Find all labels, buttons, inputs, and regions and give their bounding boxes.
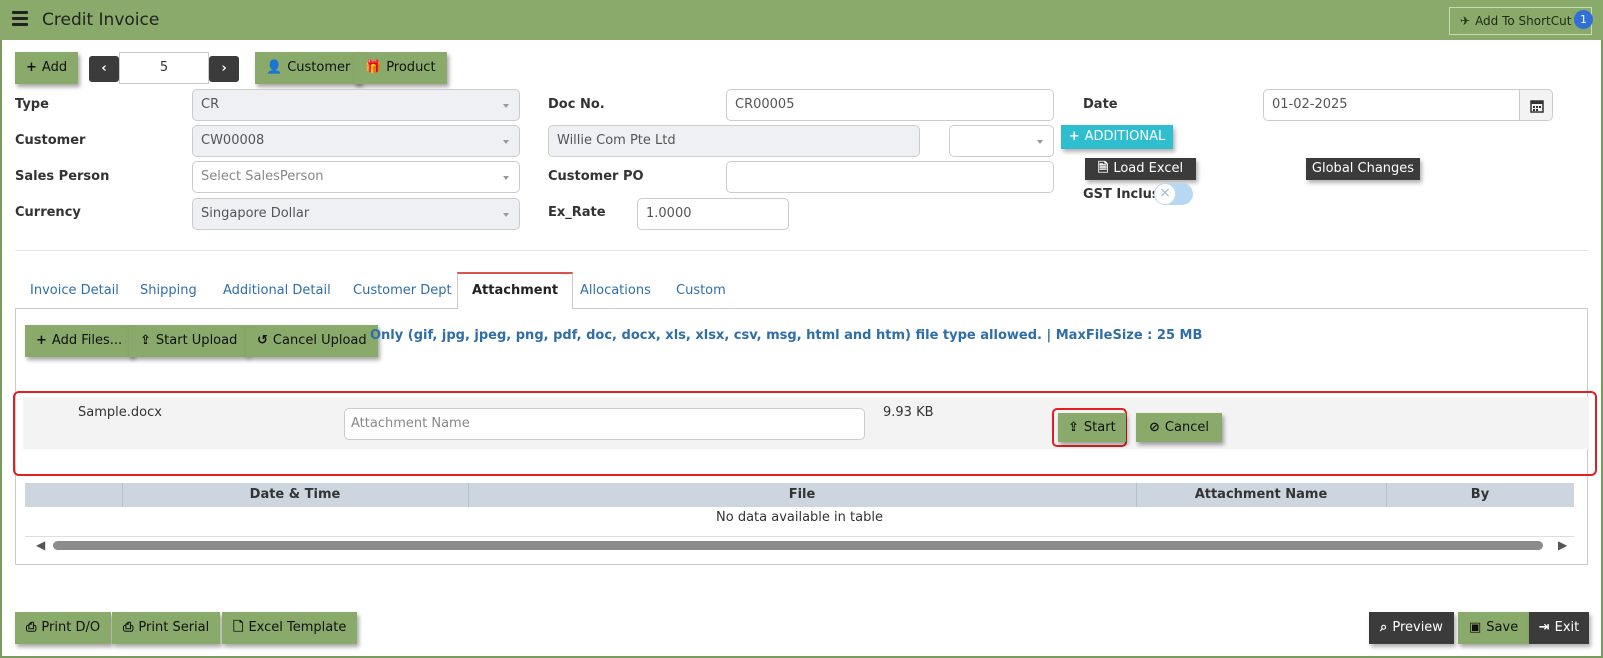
undo-icon: ↺ — [257, 333, 268, 348]
tab-allocations[interactable]: Allocations — [580, 272, 651, 309]
add-files-button[interactable]: + Add Files... — [25, 325, 134, 357]
column-header-file[interactable]: File — [468, 483, 1136, 507]
additional-button-label: ADDITIONAL — [1084, 129, 1166, 144]
record-navigator: ‹ 5 › — [89, 52, 239, 84]
customer-code-select[interactable]: CW00008 — [192, 125, 520, 157]
allowed-file-types-note: Only (gif, jpg, jpeg, png, pdf, doc, doc… — [370, 328, 1203, 343]
add-button-label: Add — [41, 60, 68, 75]
print-serial-button[interactable]: ⎙ Print Serial — [112, 612, 221, 644]
table-empty-message: No data available in table — [716, 510, 883, 525]
sales-person-label: Sales Person — [15, 169, 110, 184]
upload-icon: ⇪ — [140, 333, 151, 348]
load-excel-label: Load Excel — [1113, 161, 1184, 176]
scroll-right-icon[interactable]: ▶ — [1558, 538, 1567, 552]
file-icon: 🗋 — [233, 620, 244, 635]
pending-upload-highlight — [13, 391, 1597, 476]
print-do-label: Print D/O — [41, 620, 101, 635]
type-label: Type — [15, 97, 49, 112]
cancel-upload-button[interactable]: ↺ Cancel Upload — [246, 325, 378, 357]
product-button[interactable]: 🎁 Product — [354, 52, 447, 84]
tab-additional-detail[interactable]: Additional Detail — [223, 272, 331, 309]
excel-template-button[interactable]: 🗋 Excel Template — [222, 612, 358, 644]
scrollbar-thumb[interactable] — [53, 541, 1543, 550]
save-label: Save — [1486, 620, 1519, 635]
top-bar: Credit Invoice ✈ Add To ShortCut 1 — [0, 0, 1603, 40]
global-changes-button[interactable]: Global Changes — [1306, 158, 1420, 180]
currency-select[interactable]: Singapore Dollar — [192, 198, 520, 230]
shortcut-count-badge: 1 — [1574, 10, 1593, 29]
previous-record-chevron-left-icon[interactable]: ‹ — [89, 56, 119, 82]
column-header-date-time[interactable]: Date & Time — [122, 483, 468, 507]
date-label: Date — [1083, 97, 1118, 112]
excel-file-icon: 🗎 — [1097, 161, 1109, 176]
horizontal-scrollbar[interactable]: ◀ ▶ — [25, 536, 1574, 552]
print-icon: ⎙ — [123, 620, 134, 635]
section-divider — [15, 250, 1588, 251]
plus-icon: + — [36, 333, 47, 348]
scroll-left-icon[interactable]: ◀ — [36, 538, 45, 552]
ex-rate-label: Ex_Rate — [548, 205, 606, 220]
tab-custom[interactable]: Custom — [676, 272, 726, 309]
start-upload-label: Start Upload — [155, 333, 238, 348]
calendar-icon[interactable] — [1519, 89, 1553, 121]
next-record-chevron-right-icon[interactable]: › — [209, 56, 239, 82]
print-icon: ⎙ — [26, 620, 37, 635]
type-select[interactable]: CR — [192, 89, 520, 121]
gst-inclusive-toggle[interactable]: × — [1154, 183, 1193, 205]
save-button[interactable]: ▣ Save — [1458, 612, 1530, 644]
doc-no-input[interactable]: CR00005 — [726, 89, 1054, 121]
toggle-off-x-icon: × — [1154, 183, 1176, 205]
hamburger-menu-icon[interactable] — [12, 11, 28, 29]
customer-name-input[interactable]: Willie Com Pte Ltd — [548, 125, 920, 157]
page-title: Credit Invoice — [42, 10, 160, 30]
doc-no-label: Doc No. — [548, 97, 605, 112]
attachments-table-header: Date & Time File Attachment Name By — [25, 483, 1574, 507]
sales-person-select[interactable]: Select SalesPerson — [192, 161, 520, 193]
search-icon: ⌕ — [1380, 620, 1388, 635]
load-excel-button[interactable]: 🗎 Load Excel — [1085, 158, 1196, 180]
excel-template-label: Excel Template — [248, 620, 347, 635]
floppy-disk-icon: ▣ — [1469, 620, 1482, 635]
customer-label: Customer — [15, 133, 86, 148]
add-to-shortcut-button[interactable]: ✈ Add To ShortCut 1 — [1449, 7, 1593, 35]
gift-icon: 🎁 — [365, 60, 382, 75]
column-header-by[interactable]: By — [1386, 483, 1574, 507]
additional-button[interactable]: + ADDITIONAL — [1061, 125, 1173, 149]
print-serial-label: Print Serial — [138, 620, 210, 635]
start-upload-button[interactable]: ⇪ Start Upload — [129, 325, 249, 357]
tab-shipping[interactable]: Shipping — [140, 272, 197, 309]
plus-icon: + — [26, 60, 37, 75]
customer-button[interactable]: 👤 Customer — [255, 52, 362, 84]
exit-label: Exit — [1554, 620, 1580, 635]
customer-button-label: Customer — [287, 60, 351, 75]
column-header-attachment-name[interactable]: Attachment Name — [1136, 483, 1386, 507]
date-input[interactable]: 01-02-2025 — [1263, 89, 1521, 121]
tab-customer-dept[interactable]: Customer Dept — [353, 272, 452, 309]
plus-icon: + — [1068, 129, 1080, 144]
cancel-upload-label: Cancel Upload — [272, 333, 367, 348]
sign-out-icon: ⇥ — [1538, 620, 1550, 635]
rocket-icon: ✈ — [1460, 14, 1471, 28]
preview-button[interactable]: ⌕ Preview — [1369, 612, 1454, 644]
product-button-label: Product — [386, 60, 436, 75]
customer-po-label: Customer PO — [548, 169, 644, 184]
add-files-label: Add Files... — [51, 333, 123, 348]
print-do-button[interactable]: ⎙ Print D/O — [15, 612, 112, 644]
exit-button[interactable]: ⇥ Exit — [1529, 612, 1589, 644]
user-icon: 👤 — [266, 60, 283, 75]
add-button[interactable]: + Add — [15, 52, 79, 84]
tab-invoice-detail[interactable]: Invoice Detail — [30, 272, 119, 309]
ex-rate-input[interactable]: 1.0000 — [637, 198, 789, 230]
customer-po-input[interactable] — [726, 161, 1054, 193]
add-to-shortcut-label: Add To ShortCut — [1475, 14, 1572, 28]
currency-label: Currency — [15, 205, 81, 220]
customer-extra-select[interactable] — [949, 125, 1054, 157]
record-number-input[interactable]: 5 — [119, 52, 209, 84]
preview-label: Preview — [1392, 620, 1443, 635]
tab-attachment[interactable]: Attachment — [457, 272, 574, 309]
